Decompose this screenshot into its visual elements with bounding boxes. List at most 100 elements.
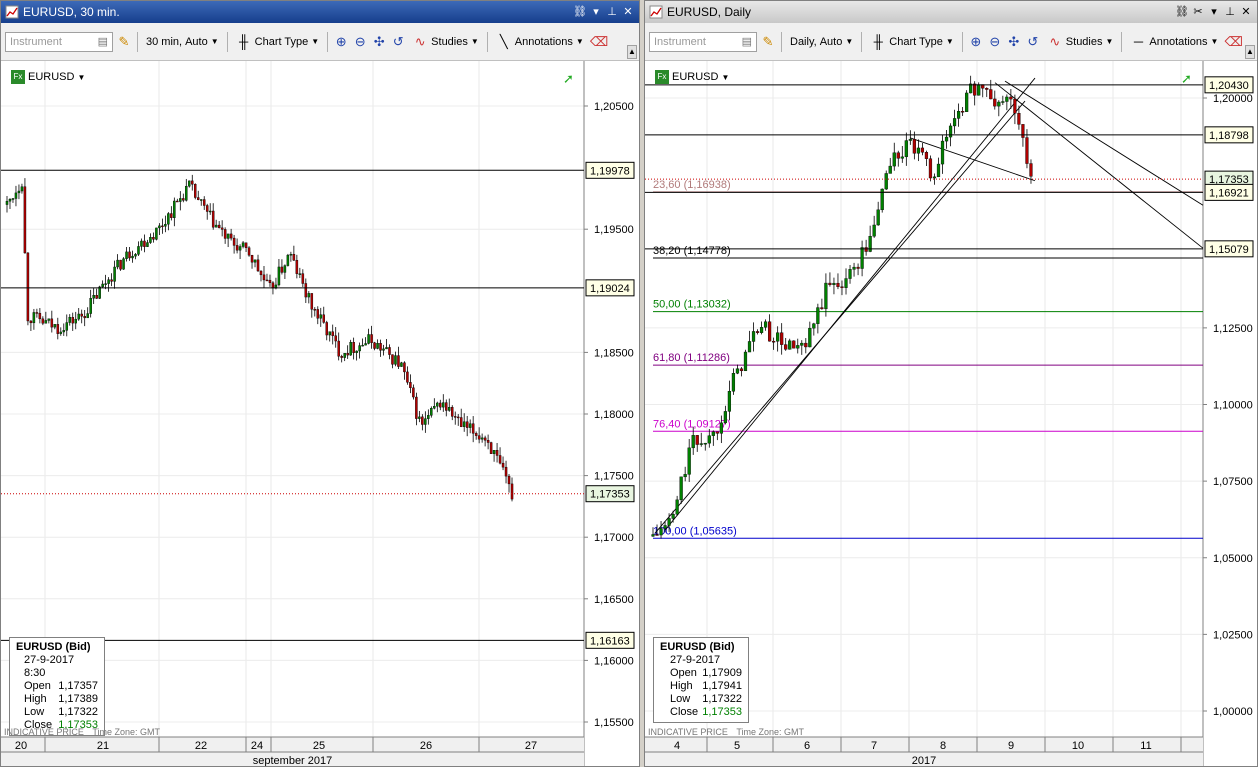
candle-body <box>928 158 933 179</box>
candle-body <box>35 312 39 314</box>
candle-body <box>459 417 463 427</box>
symbol-label: EURUSD <box>672 71 719 83</box>
price-tag-label: 1,15079 <box>1209 244 1249 256</box>
candle-body <box>152 237 155 240</box>
time-axis-label: 26 <box>420 740 432 752</box>
candle-body <box>208 210 212 213</box>
candle-body <box>11 198 15 200</box>
candle-body <box>185 185 188 201</box>
candle-body <box>247 247 251 256</box>
info-datetime: 27-9-2017 <box>670 654 721 666</box>
chevron-down-icon[interactable]: ▼ <box>721 73 729 82</box>
candle-body <box>788 340 792 350</box>
info-high: 1,17941 <box>702 680 742 692</box>
candle-body <box>448 407 451 411</box>
fib-level-label: 23,60 (1,16938) <box>653 179 731 191</box>
candle-body <box>400 362 403 367</box>
candle-body <box>755 331 760 333</box>
candle-body <box>256 259 260 272</box>
candle-body <box>932 176 937 179</box>
fx-icon: Fx <box>655 70 669 84</box>
price-tag-label: 1,20430 <box>1209 80 1249 92</box>
candle-body <box>286 254 290 266</box>
candle-body <box>346 353 349 356</box>
candle-body <box>349 342 352 356</box>
candle-body <box>53 324 57 328</box>
candle-body <box>743 351 748 372</box>
candle-body <box>462 421 466 427</box>
candle-body <box>707 435 711 444</box>
price-axis-label: 1,12500 <box>1213 323 1253 335</box>
candle-body <box>220 227 224 230</box>
indicative-price-label: INDICATIVE PRICE <box>648 727 728 737</box>
candle-body <box>122 258 125 270</box>
candle-body <box>14 192 18 199</box>
candle-body <box>956 111 961 119</box>
candle-body <box>1025 137 1029 164</box>
candle-body <box>143 240 146 247</box>
fib-level-label: 61,80 (1,11286) <box>653 352 730 364</box>
candle-body <box>107 279 110 284</box>
candle-body <box>322 314 325 323</box>
candle-body <box>445 402 448 411</box>
candle-body <box>101 283 104 288</box>
candle-body <box>415 396 418 419</box>
candle-body <box>860 247 864 269</box>
candle-body <box>167 213 170 225</box>
symbol-badge[interactable]: Fx EURUSD ▼ <box>655 70 729 84</box>
time-axis-label: 22 <box>195 740 207 752</box>
candle-body <box>659 528 663 536</box>
candle-body <box>1029 163 1033 177</box>
candle-body <box>202 199 206 206</box>
candle-body <box>205 205 209 212</box>
candle-body <box>217 224 221 229</box>
candle-body <box>214 224 218 228</box>
candle-body <box>768 321 772 342</box>
candle-body <box>140 240 143 247</box>
candle-body <box>1005 96 1009 102</box>
candle-body <box>1017 113 1021 125</box>
candle-body <box>268 279 272 283</box>
chart-window-daily[interactable]: EURUSD, Daily ⛓ ✂ ▾ ⊥ ✕ Instrument ▤ ✎ Da… <box>644 0 1258 767</box>
candle-body <box>104 283 107 285</box>
candle-body <box>92 295 95 299</box>
chevron-down-icon[interactable]: ▼ <box>77 73 85 82</box>
candle-body <box>238 246 242 251</box>
candle-body <box>465 421 469 428</box>
candle-body <box>772 340 776 343</box>
candle-body <box>944 136 949 142</box>
info-open: 1,17357 <box>58 680 98 692</box>
candle-body <box>427 415 430 419</box>
candle-body <box>820 307 824 310</box>
candle-body <box>131 255 134 259</box>
candle-body <box>170 213 173 218</box>
candle-body <box>146 242 149 247</box>
price-axis-label: 1,20000 <box>1213 93 1253 105</box>
candle-body <box>418 416 421 419</box>
candle-body <box>352 342 355 353</box>
candle-body <box>1013 98 1017 114</box>
candle-body <box>158 225 161 229</box>
candle-body <box>373 342 376 349</box>
candle-body <box>232 237 236 246</box>
candle-body <box>671 514 675 519</box>
candle-body <box>176 200 179 203</box>
candle-body <box>409 382 412 389</box>
time-axis-label: 7 <box>871 740 877 752</box>
candle-body <box>421 416 424 425</box>
candle-body <box>5 200 9 205</box>
candle-body <box>1001 101 1005 103</box>
candle-body <box>989 89 993 100</box>
candle-body <box>900 156 904 159</box>
candle-body <box>253 259 257 263</box>
candle-body <box>17 190 21 194</box>
symbol-badge[interactable]: Fx EURUSD ▼ <box>11 70 85 84</box>
candle-body <box>223 229 227 239</box>
candle-body <box>808 327 812 348</box>
candle-body <box>250 255 254 263</box>
candle-body <box>47 318 51 321</box>
chart-window-30min[interactable]: EURUSD, 30 min. ⛓ ▾ ⊥ ✕ Instrument ▤ ✎ 30… <box>0 0 640 767</box>
candle-body <box>397 355 400 367</box>
candle-body <box>916 147 920 154</box>
candle-body <box>197 197 200 200</box>
